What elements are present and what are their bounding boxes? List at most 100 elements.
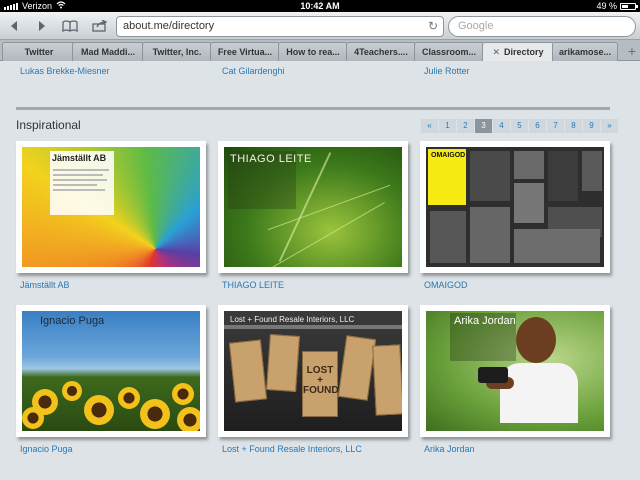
pagination-page[interactable]: 2 — [457, 119, 474, 133]
thumbnail-panel: OMAIGOD — [428, 149, 466, 205]
sunflower — [118, 387, 140, 409]
pagination-page-current[interactable]: 3 — [475, 119, 492, 133]
share-button[interactable] — [90, 16, 110, 36]
sunflower — [84, 395, 114, 425]
text-line — [53, 184, 97, 186]
reload-icon[interactable]: ↻ — [428, 17, 438, 36]
tab-arikamose[interactable]: arikamose... — [552, 42, 618, 61]
text-line — [53, 169, 109, 171]
profile-name-link[interactable]: Arika Jordan — [424, 444, 475, 454]
sunflower — [140, 399, 170, 429]
pagination-page[interactable]: 4 — [493, 119, 510, 133]
thumbnail-title: Ignacio Puga — [40, 315, 105, 327]
status-time: 10:42 AM — [300, 1, 340, 11]
tab-mad-maddi[interactable]: Mad Maddi... — [72, 42, 144, 61]
battery-fill — [622, 4, 628, 8]
profile-name-link[interactable]: Ignacio Puga — [20, 444, 73, 454]
thumbnail-title: Jämställt AB — [52, 153, 107, 163]
pagination-page[interactable]: 9 — [583, 119, 600, 133]
hang-tag — [266, 334, 300, 392]
gallery-tile — [470, 207, 510, 263]
text-line — [53, 189, 105, 191]
browser-toolbar: about.me/directory ↻ Google — [0, 12, 640, 40]
profile-card[interactable]: Lost + Found Resale Interiors, LLC LOST … — [218, 305, 408, 437]
tab-free-virtua[interactable]: Free Virtua... — [210, 42, 280, 61]
profile-card[interactable]: Jämställt AB — [16, 141, 206, 273]
tab-directory[interactable]: ✕ Directory — [482, 42, 554, 61]
tab-label: Twitter — [24, 47, 54, 57]
tab-classroom[interactable]: Classroom... — [414, 42, 484, 61]
profile-card[interactable]: OMAIGOD — [420, 141, 610, 273]
close-tab-icon[interactable]: ✕ — [492, 47, 500, 57]
gallery-tile — [470, 151, 510, 201]
hang-tag: LOST + FOUND — [302, 351, 339, 417]
profile-card[interactable]: Ignacio Puga — [16, 305, 206, 437]
new-tab-plus-icon[interactable]: + — [628, 42, 636, 60]
tab-twitter[interactable]: Twitter — [2, 42, 76, 61]
pagination-page[interactable]: 1 — [439, 119, 456, 133]
page-content: Lukas Brekke-Miesner Cat Gilardenghi Jul… — [0, 61, 640, 480]
url-text: about.me/directory — [123, 20, 215, 32]
tab-label: Free Virtua... — [217, 47, 273, 57]
profile-card[interactable]: THIAGO LEITE — [218, 141, 408, 273]
tag-text: LOST + FOUND — [303, 365, 339, 396]
bookmarks-button[interactable] — [60, 16, 80, 36]
profile-link[interactable]: Julie Rotter — [424, 66, 470, 76]
profile-thumbnail[interactable]: Arika Jordan — [426, 311, 604, 431]
gallery-tile — [582, 151, 602, 191]
tab-label: 4Teachers.... — [354, 47, 408, 57]
pagination-last[interactable]: » — [601, 119, 618, 133]
pagination-page[interactable]: 8 — [565, 119, 582, 133]
child-head — [516, 317, 556, 363]
profile-card[interactable]: Arika Jordan — [420, 305, 610, 437]
profile-name-link[interactable]: OMAIGOD — [424, 280, 468, 290]
pagination-page[interactable]: 6 — [529, 119, 546, 133]
hang-tag — [372, 344, 402, 416]
tab-label: arikamose... — [558, 47, 612, 57]
gallery-tile — [514, 229, 600, 263]
tab-label: Directory — [504, 47, 544, 57]
child-shirt — [500, 363, 578, 423]
profile-link[interactable]: Cat Gilardenghi — [222, 66, 285, 76]
hang-tag — [337, 335, 377, 401]
tab-how-to-rea[interactable]: How to rea... — [278, 42, 348, 61]
back-button[interactable] — [4, 16, 24, 36]
camera-icon — [478, 367, 508, 383]
text-line — [53, 179, 107, 181]
pagination-first[interactable]: « — [421, 119, 438, 133]
gallery-tile — [430, 211, 466, 263]
hanging-rail — [224, 325, 402, 329]
pagination-page[interactable]: 5 — [511, 119, 528, 133]
thumbnail-title: THIAGO LEITE — [230, 153, 312, 165]
profile-link[interactable]: Lukas Brekke-Miesner — [20, 66, 110, 76]
share-icon — [92, 20, 108, 32]
pagination-page[interactable]: 7 — [547, 119, 564, 133]
book-icon — [62, 20, 78, 32]
sunflower — [172, 383, 194, 405]
profile-thumbnail[interactable]: Lost + Found Resale Interiors, LLC LOST … — [224, 311, 402, 431]
tab-label: Mad Maddi... — [81, 47, 135, 57]
url-field[interactable]: about.me/directory ↻ — [116, 16, 444, 37]
gallery-tile — [514, 151, 544, 179]
profile-thumbnail[interactable]: THIAGO LEITE — [224, 147, 402, 267]
tab-twitter-inc[interactable]: Twitter, Inc. — [142, 42, 212, 61]
forward-button[interactable] — [32, 16, 52, 36]
profile-thumbnail[interactable]: Jämställt AB — [22, 147, 200, 267]
battery-icon — [620, 2, 638, 10]
pagination: « 1 2 3 4 5 6 7 8 9 » — [421, 119, 618, 133]
tab-label: How to rea... — [286, 47, 340, 57]
sunflower — [62, 381, 82, 401]
profile-name-link[interactable]: Jämställt AB — [20, 280, 70, 290]
search-field[interactable]: Google — [448, 16, 636, 37]
status-right: 49 % — [596, 0, 638, 12]
thumbnail-panel: Jämställt AB — [50, 151, 114, 215]
profile-name-link[interactable]: THIAGO LEITE — [222, 280, 284, 290]
profile-name-link[interactable]: Lost + Found Resale Interiors, LLC — [222, 444, 362, 454]
thumbnail-title: OMAIGOD — [431, 152, 466, 159]
gallery-tile — [548, 151, 578, 201]
tab-strip: Twitter Mad Maddi... Twitter, Inc. Free … — [0, 40, 640, 61]
profile-thumbnail[interactable]: OMAIGOD — [426, 147, 604, 267]
profile-thumbnail[interactable]: Ignacio Puga — [22, 311, 200, 431]
search-placeholder: Google — [458, 20, 494, 32]
tab-4teachers[interactable]: 4Teachers.... — [346, 42, 416, 61]
